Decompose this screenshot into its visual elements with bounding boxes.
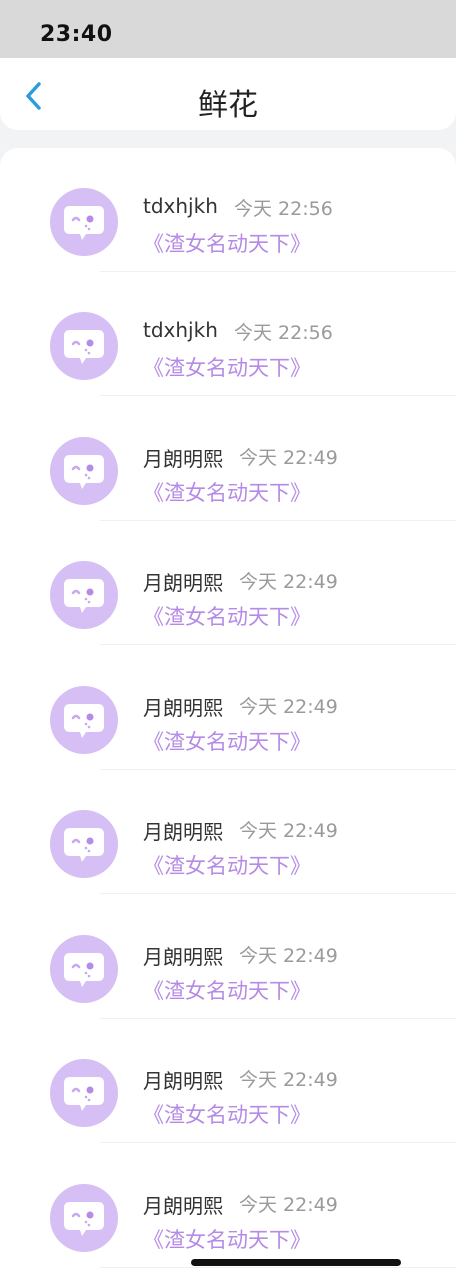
avatar[interactable] — [50, 1184, 118, 1252]
sent-time: 今天 22:49 — [239, 571, 338, 593]
chat-bubble-face-icon — [64, 828, 104, 862]
avatar[interactable] — [50, 312, 118, 380]
status-time: 23:40 — [40, 22, 113, 47]
sender-name: tdxhjkh — [143, 318, 218, 342]
sent-time: 今天 22:49 — [239, 696, 338, 718]
book-title[interactable]: 《渣女名动天下》 — [143, 352, 311, 382]
status-bar: 23:40 — [0, 0, 456, 58]
row-divider — [100, 1267, 456, 1268]
chat-bubble-face-icon — [64, 455, 104, 489]
nav-bar: 鲜花 — [0, 58, 456, 130]
sender-name: 月朗明熙 — [143, 945, 223, 969]
book-title[interactable]: 《渣女名动天下》 — [143, 726, 311, 756]
sender-name: 月朗明熙 — [143, 696, 223, 720]
list-item[interactable]: 月朗明熙 今天 22:49 《渣女名动天下》 — [0, 1144, 456, 1268]
book-title[interactable]: 《渣女名动天下》 — [143, 1224, 311, 1254]
avatar[interactable] — [50, 686, 118, 754]
sender-name: 月朗明熙 — [143, 1069, 223, 1093]
book-title[interactable]: 《渣女名动天下》 — [143, 601, 311, 631]
chat-bubble-face-icon — [64, 1202, 104, 1236]
sent-time: 今天 22:49 — [239, 1194, 338, 1216]
gift-list: tdxhjkh 今天 22:56 《渣女名动天下》 tdxhjkh 今天 22:56 《渣… — [0, 148, 456, 1280]
list-item[interactable]: 月朗明熙 今天 22:49 《渣女名动天下》 — [0, 770, 456, 894]
chat-bubble-face-icon — [64, 704, 104, 738]
sender-name: 月朗明熙 — [143, 820, 223, 844]
list-item[interactable]: 月朗明熙 今天 22:49 《渣女名动天下》 — [0, 646, 456, 770]
sent-time: 今天 22:56 — [234, 198, 333, 220]
list-item[interactable]: 月朗明熙 今天 22:49 《渣女名动天下》 — [0, 1019, 456, 1143]
list-item[interactable]: 月朗明熙 今天 22:49 《渣女名动天下》 — [0, 397, 456, 521]
chat-bubble-face-icon — [64, 953, 104, 987]
avatar[interactable] — [50, 561, 118, 629]
avatar[interactable] — [50, 437, 118, 505]
book-title[interactable]: 《渣女名动天下》 — [143, 228, 311, 258]
list-item[interactable]: 月朗明熙 今天 22:49 《渣女名动天下》 — [0, 895, 456, 1019]
sent-time: 今天 22:49 — [239, 945, 338, 967]
row-divider — [100, 644, 456, 645]
sent-time: 今天 22:49 — [239, 820, 338, 842]
avatar[interactable] — [50, 1059, 118, 1127]
list-item[interactable]: tdxhjkh 今天 22:56 《渣女名动天下》 — [0, 272, 456, 396]
avatar[interactable] — [50, 188, 118, 256]
sent-time: 今天 22:49 — [239, 447, 338, 469]
page-title: 鲜花 — [198, 88, 258, 123]
sender-name: tdxhjkh — [143, 194, 218, 218]
chat-bubble-face-icon — [64, 1077, 104, 1111]
chat-bubble-face-icon — [64, 579, 104, 613]
list-item[interactable]: tdxhjkh 今天 22:56 《渣女名动天下》 — [0, 148, 456, 272]
chat-bubble-face-icon — [64, 206, 104, 240]
avatar[interactable] — [50, 810, 118, 878]
sender-name: 月朗明熙 — [143, 1194, 223, 1218]
list-item[interactable]: 月朗明熙 今天 22:49 《渣女名动天下》 — [0, 521, 456, 645]
home-indicator — [191, 1259, 401, 1266]
chat-bubble-face-icon — [64, 330, 104, 364]
book-title[interactable]: 《渣女名动天下》 — [143, 477, 311, 507]
book-title[interactable]: 《渣女名动天下》 — [143, 850, 311, 880]
sent-time: 今天 22:49 — [239, 1069, 338, 1091]
row-divider — [100, 893, 456, 894]
row-divider — [100, 395, 456, 396]
sender-name: 月朗明熙 — [143, 447, 223, 471]
book-title[interactable]: 《渣女名动天下》 — [143, 975, 311, 1005]
row-divider — [100, 1142, 456, 1143]
avatar[interactable] — [50, 935, 118, 1003]
sender-name: 月朗明熙 — [143, 571, 223, 595]
book-title[interactable]: 《渣女名动天下》 — [143, 1099, 311, 1129]
sent-time: 今天 22:56 — [234, 322, 333, 344]
